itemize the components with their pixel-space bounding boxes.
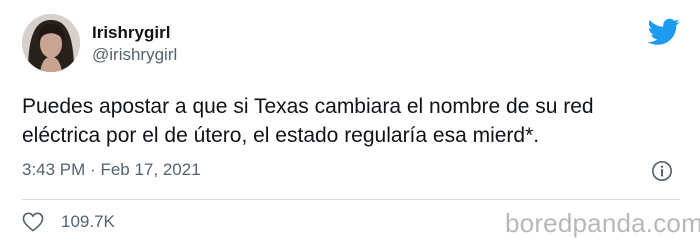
tweet-text: Puedes apostar a que si Texas cambiara e… [22, 92, 672, 150]
display-name[interactable]: Irishrygirl [92, 23, 170, 43]
tweet-card: Irishrygirl @irishrygirl Puedes apostar … [0, 0, 700, 249]
avatar-image [22, 14, 80, 72]
user-handle[interactable]: @irishrygirl [92, 45, 177, 65]
like-count: 109.7K [61, 212, 115, 231]
timestamp[interactable]: 3:43 PM · Feb 17, 2021 [22, 159, 201, 181]
tweet-time: 3:43 PM [22, 160, 86, 179]
heart-icon[interactable] [22, 212, 44, 232]
info-icon[interactable] [651, 160, 673, 182]
like-action[interactable]: 109.7K [22, 211, 115, 233]
tweet-date: Feb 17, 2021 [100, 160, 201, 179]
avatar[interactable] [22, 14, 80, 72]
divider [22, 199, 680, 200]
tweet-text-line-1: Puedes apostar a que si Texas cambiara e… [22, 95, 594, 118]
boredpanda-watermark: boredpanda.com [505, 208, 700, 238]
tweet-text-line-2: eléctrica por el de útero, el estado reg… [22, 124, 540, 147]
twitter-bird-icon[interactable] [648, 18, 680, 46]
timestamp-separator: · [90, 160, 96, 179]
